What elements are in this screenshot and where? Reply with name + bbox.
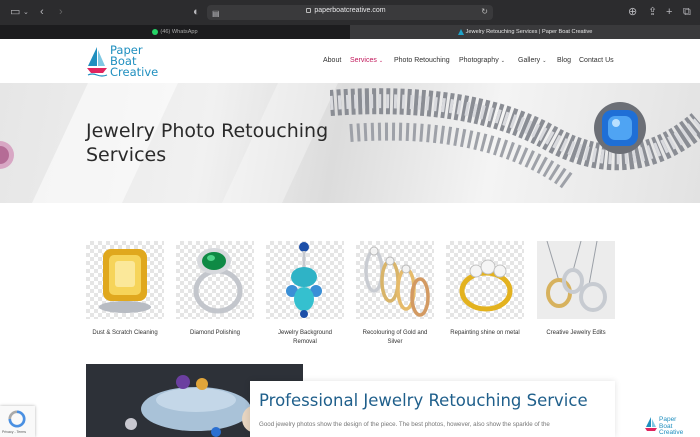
page-title: Jewelry Photo Retouching Services [86, 120, 329, 166]
address-bar[interactable]: ▤ paperboatcreative.com ↻ [207, 5, 493, 20]
logo-wordmark[interactable]: Paper Boat Creative [110, 44, 158, 78]
nav-contact-us[interactable]: Contact Us [579, 57, 614, 64]
service-background-removal[interactable]: Jewelry Background Removal [266, 241, 344, 347]
service-caption: Jewelry Background Removal [277, 330, 333, 345]
pink-gem-image [0, 141, 14, 169]
chevron-down-icon: ⌄ [378, 58, 384, 64]
service-caption: Recolouring of Gold and Silver [362, 330, 428, 345]
service-caption: Dust & Scratch Cleaning [92, 330, 158, 336]
sidebar-icon[interactable]: ▭ [10, 6, 20, 19]
service-creative-edits[interactable]: Creative Jewelry Edits [537, 241, 615, 338]
paperboat-favicon-icon [457, 28, 464, 35]
pendant-image[interactable] [266, 241, 344, 319]
site-header: Paper Boat Creative About Services ⌄ Phot… [0, 39, 700, 83]
nav-blog[interactable]: Blog [557, 57, 571, 64]
recaptcha-icon [8, 410, 26, 428]
tab-overview-icon[interactable]: ⧉ [683, 6, 691, 19]
chevron-down-icon[interactable]: ⌄ [23, 6, 29, 19]
gold-ring-image[interactable] [446, 241, 524, 319]
back-icon[interactable]: ‹ [40, 6, 44, 19]
service-diamond-polishing[interactable]: Diamond Polishing [176, 241, 254, 338]
forward-icon[interactable]: › [59, 6, 63, 19]
tab-bar: (46) WhatsApp Jewelry Retouching Service… [0, 25, 700, 39]
url-text: paperboatcreative.com [314, 7, 386, 14]
browser-toolbar: ▭ ⌄ ‹ › ◐ ▤ paperboatcreative.com ↻ ⊕ ⇪ … [0, 0, 700, 25]
reload-icon[interactable]: ↻ [481, 7, 488, 16]
nav-services[interactable]: Services ⌄ [350, 57, 383, 64]
service-caption: Repainting shine on metal [450, 330, 520, 336]
nav-about[interactable]: About [323, 57, 341, 64]
paper-boat-logo-icon[interactable] [86, 47, 108, 77]
new-tab-icon[interactable]: + [666, 6, 672, 19]
service-caption: Creative Jewelry Edits [546, 330, 606, 336]
emerald-ring-image[interactable] [176, 241, 254, 319]
tab-paperboat[interactable]: Jewelry Retouching Services | Paper Boat… [350, 25, 700, 39]
rings-image[interactable] [356, 241, 434, 319]
whatsapp-icon [152, 28, 159, 35]
chevron-down-icon: ⌄ [500, 58, 505, 64]
service-caption: Diamond Polishing [189, 330, 241, 336]
share-icon[interactable]: ⇪ [648, 6, 657, 19]
recaptcha-badge[interactable]: Privacy - Terms [0, 406, 35, 437]
necklace-image [330, 88, 700, 191]
section-text: Good jewelry photos show the design of t… [259, 421, 550, 428]
intro-card: Professional Jewelry Retouching Service … [250, 381, 615, 437]
hero-banner: Jewelry Photo Retouching Services [0, 83, 700, 203]
service-recolouring[interactable]: Recolouring of Gold and Silver [356, 241, 434, 347]
service-repainting-shine[interactable]: Repainting shine on metal [446, 241, 524, 338]
paper-boat-logo-icon [645, 417, 657, 431]
shield-icon[interactable]: ◐ [193, 6, 200, 19]
section-heading: Professional Jewelry Retouching Service [259, 391, 588, 410]
service-dust-scratch[interactable]: Dust & Scratch Cleaning [86, 241, 164, 338]
nav-gallery[interactable]: Gallery ⌄ [518, 57, 546, 64]
nav-photography[interactable]: Photography ⌄ [459, 57, 505, 64]
recaptcha-links[interactable]: Privacy - Terms [2, 430, 26, 434]
nav-photo-retouching[interactable]: Photo Retouching [394, 57, 450, 64]
download-icon[interactable]: ⊕ [628, 6, 637, 19]
creative-pendants-image[interactable] [537, 241, 615, 319]
chevron-down-icon: ⌄ [542, 58, 547, 64]
tab-whatsapp[interactable]: (46) WhatsApp [0, 25, 350, 39]
yellow-diamond-ring-image[interactable] [86, 241, 164, 319]
